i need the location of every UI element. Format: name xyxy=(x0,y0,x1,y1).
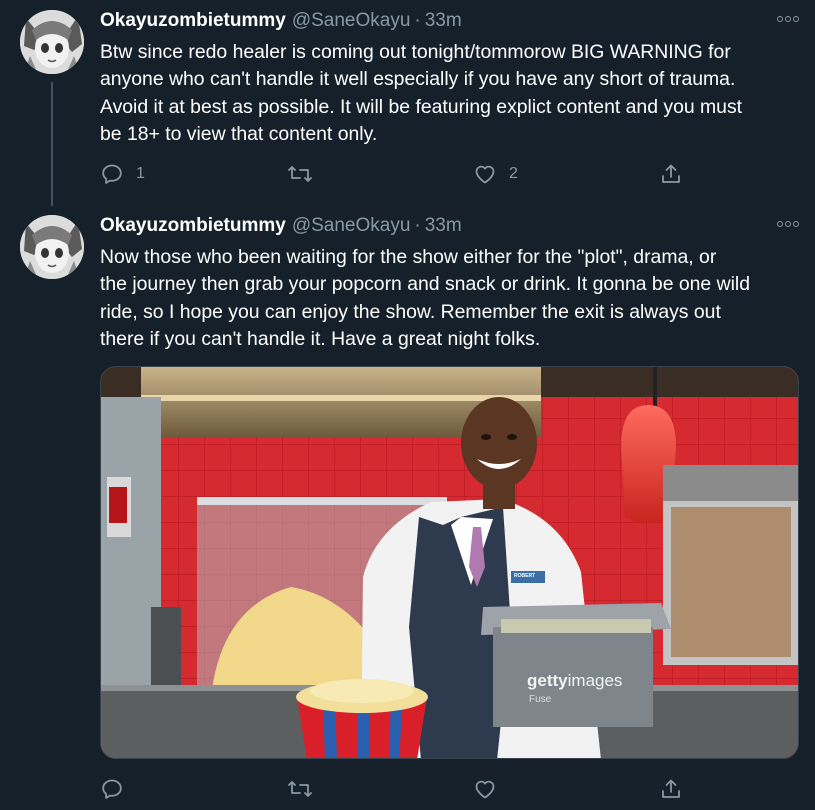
name-badge: ROBERT xyxy=(514,573,536,579)
retweet-icon xyxy=(287,777,313,801)
reply-icon xyxy=(100,777,124,801)
getty-watermark: gettyimages xyxy=(527,671,622,691)
display-name[interactable]: Okayuzombietummy xyxy=(100,10,286,32)
thread-connector xyxy=(51,82,53,206)
separator: · xyxy=(414,10,421,31)
retweet-icon xyxy=(287,162,313,186)
user-handle[interactable]: @SaneOkayu xyxy=(292,215,411,237)
tweet-text: Btw since redo healer is coming out toni… xyxy=(100,41,743,145)
watermark-brand-suffix: images xyxy=(567,671,623,690)
share-button[interactable] xyxy=(659,162,683,186)
retweet-button[interactable] xyxy=(287,777,325,801)
tweet-text: Now those who been waiting for the show … xyxy=(100,246,751,350)
reply-button[interactable] xyxy=(100,777,136,801)
share-icon xyxy=(659,162,683,186)
like-button[interactable]: 2 xyxy=(473,162,518,186)
reply-count: 1 xyxy=(136,165,145,182)
like-button[interactable] xyxy=(473,777,509,801)
share-icon xyxy=(659,777,683,801)
more-icon[interactable] xyxy=(777,12,799,26)
user-handle[interactable]: @SaneOkayu xyxy=(292,10,411,32)
watermark-brand: getty xyxy=(527,671,568,690)
retweet-button[interactable] xyxy=(287,162,325,186)
separator: · xyxy=(414,215,421,236)
share-button[interactable] xyxy=(659,777,683,801)
like-icon xyxy=(473,777,497,801)
tweet-actions xyxy=(100,777,700,803)
more-icon[interactable] xyxy=(777,217,799,231)
like-icon xyxy=(473,162,497,186)
like-count: 2 xyxy=(509,165,518,182)
reply-icon xyxy=(100,162,124,186)
avatar[interactable] xyxy=(20,215,84,279)
timestamp[interactable]: 33m xyxy=(425,10,462,32)
tweet-media-photo[interactable]: gettyimages Fuse ROBERT xyxy=(100,366,799,759)
avatar[interactable] xyxy=(20,10,84,74)
display-name[interactable]: Okayuzombietummy xyxy=(100,215,286,237)
tweet-header: Okayuzombietummy @SaneOkayu · 33m xyxy=(100,215,462,239)
reply-button[interactable]: 1 xyxy=(100,162,145,186)
tweet-header: Okayuzombietummy @SaneOkayu · 33m xyxy=(100,10,462,34)
tweet-actions: 1 2 xyxy=(100,162,700,188)
timestamp[interactable]: 33m xyxy=(425,215,462,237)
watermark-credit: Fuse xyxy=(529,694,552,705)
tweet[interactable]: Okayuzombietummy @SaneOkayu · 33m Btw si… xyxy=(0,10,815,206)
